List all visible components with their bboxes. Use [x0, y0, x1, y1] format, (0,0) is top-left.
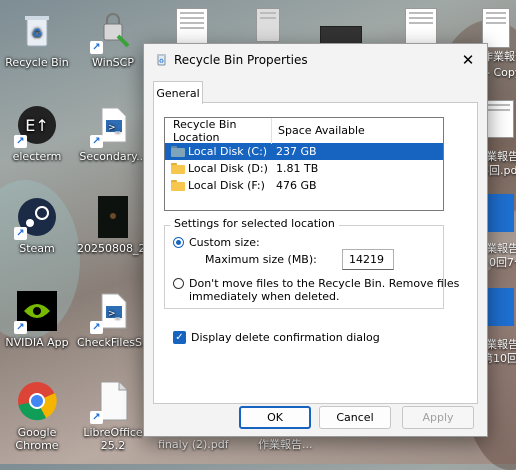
dont-move-label-line1[interactable]: Don't move files to the Recycle Bin. Rem…: [189, 277, 459, 290]
location-label: Local Disk (D:): [188, 162, 268, 175]
title-bar[interactable]: ♻ Recycle Bin Properties ✕: [144, 44, 487, 76]
desktop-file-label[interactable]: 業報告書: [486, 242, 516, 255]
shortcut-arrow-icon: ↗: [14, 227, 27, 240]
shortcut-arrow-icon: ↗: [90, 411, 103, 424]
custom-size-label[interactable]: Custom size:: [189, 236, 260, 249]
space-value: 237 GB: [276, 145, 317, 158]
list-row-f[interactable]: Local Disk (F:) 476 GB: [165, 177, 443, 194]
desktop-file-label[interactable]: 作業報告...: [258, 438, 313, 451]
desktop-icon-label: Recycle Bin: [5, 56, 69, 69]
general-panel: Recycle Bin Location Space Available Loc…: [153, 102, 478, 404]
desktop-icon-chrome[interactable]: Google Chrome: [1, 380, 73, 452]
file-thumbnail[interactable]: [482, 8, 510, 48]
space-value: 476 GB: [276, 179, 317, 192]
desktop-icon-label: Google Chrome: [15, 426, 59, 452]
svg-text:>_: >_: [108, 309, 121, 319]
apply-button[interactable]: Apply: [402, 406, 474, 429]
electerm-icon: E↑ ↗: [14, 104, 58, 148]
desktop-icon-electerm[interactable]: E↑ ↗ electerm: [1, 104, 73, 163]
ok-button[interactable]: OK: [239, 406, 311, 429]
dialog-title: Recycle Bin Properties: [174, 53, 308, 67]
desktop-icon-steam[interactable]: ↗ Steam: [1, 196, 73, 255]
location-label: Local Disk (F:): [188, 179, 265, 192]
svg-text:E↑: E↑: [25, 116, 49, 135]
desktop-icon-image[interactable]: 20250808_2...: [77, 196, 156, 255]
file-thumbnail[interactable]: [405, 8, 437, 48]
confirm-checkbox[interactable]: ✓: [173, 331, 186, 344]
file-thumbnail[interactable]: [484, 194, 514, 232]
folder-icon: [171, 163, 185, 174]
shortcut-arrow-icon: ↗: [90, 135, 103, 148]
desktop-icon-label: NVIDIA App: [5, 336, 69, 349]
max-size-label: Maximum size (MB):: [205, 253, 317, 266]
confirm-label[interactable]: Display delete confirmation dialog: [191, 331, 380, 344]
desktop-icon-checkfiles[interactable]: >_ ↗ CheckFilesS...: [77, 290, 153, 349]
desktop-file-label[interactable]: 業報告書: [486, 338, 516, 351]
desktop-icon-libreoffice[interactable]: ↗ LibreOffice 25.2: [77, 380, 149, 452]
chrome-icon: [16, 380, 58, 422]
desktop-file-label[interactable]: - Copy: [486, 66, 516, 79]
desktop-file-label[interactable]: 業報告書: [486, 150, 516, 163]
svg-text:>_: >_: [108, 123, 121, 133]
desktop-icon-label: WinSCP: [92, 56, 134, 69]
desktop-icon-label: electerm: [12, 150, 62, 163]
dont-move-label-line2[interactable]: immediately when deleted.: [189, 290, 340, 303]
file-thumbnail[interactable]: [176, 8, 208, 48]
powershell-script-icon: >_ ↗: [90, 290, 134, 334]
close-icon[interactable]: ✕: [457, 49, 479, 71]
recycle-bin-properties-dialog: ♻ Recycle Bin Properties ✕ General Recyc…: [143, 43, 488, 437]
max-size-input[interactable]: 14219: [342, 249, 394, 270]
cancel-button[interactable]: Cancel: [319, 406, 391, 429]
file-thumbnail[interactable]: [484, 100, 514, 138]
image-file-icon: [92, 196, 134, 238]
svg-text:♻: ♻: [32, 26, 43, 40]
shortcut-arrow-icon: ↗: [90, 41, 103, 54]
custom-size-radio[interactable]: [173, 237, 184, 248]
location-list[interactable]: Recycle Bin Location Space Available Loc…: [164, 117, 444, 211]
shortcut-arrow-icon: ↗: [14, 321, 27, 334]
list-header: Recycle Bin Location Space Available: [165, 117, 443, 144]
steam-icon: ↗: [14, 196, 58, 240]
file-thumbnail[interactable]: [484, 288, 514, 326]
desktop-icon-secondary[interactable]: >_ ↗ Secondary...: [77, 104, 149, 163]
desktop-icon-label: LibreOffice 25.2: [83, 426, 143, 452]
desktop-icon-label: 20250808_2...: [77, 242, 156, 255]
desktop-file-label[interactable]: finaly (2).pdf: [158, 438, 229, 451]
tab-general[interactable]: General: [153, 81, 203, 104]
settings-group-legend: Settings for selected location: [170, 217, 339, 230]
desktop-icon-recycle-bin[interactable]: ♻ Recycle Bin: [1, 10, 73, 69]
desktop-icon-label: CheckFilesS...: [77, 336, 153, 349]
dont-move-radio[interactable]: [173, 278, 184, 289]
desktop-icon-nvidia[interactable]: ↗ NVIDIA App: [1, 290, 73, 349]
desktop-icon-label: Secondary...: [79, 150, 147, 163]
nvidia-icon: ↗: [14, 290, 58, 334]
drive-icon: [171, 146, 185, 157]
space-value: 1.81 TB: [276, 162, 319, 175]
shortcut-arrow-icon: ↗: [90, 321, 103, 334]
desktop-icon-label: Steam: [19, 242, 55, 255]
folder-icon: [171, 180, 185, 191]
recycle-bin-icon: ♻: [16, 10, 58, 52]
file-thumbnail[interactable]: [256, 8, 280, 42]
desktop-icon-winscp[interactable]: ↗ WinSCP: [77, 10, 149, 69]
column-header-location[interactable]: Recycle Bin Location: [165, 117, 272, 144]
libreoffice-icon: ↗: [90, 380, 134, 424]
shortcut-arrow-icon: ↗: [14, 135, 27, 148]
list-row-c[interactable]: Local Disk (C:) 237 GB: [165, 143, 443, 160]
powershell-script-icon: >_ ↗: [90, 104, 134, 148]
column-header-space[interactable]: Space Available: [272, 124, 365, 137]
location-label: Local Disk (C:): [188, 145, 268, 158]
list-row-d[interactable]: Local Disk (D:) 1.81 TB: [165, 160, 443, 177]
svg-text:♻: ♻: [159, 58, 164, 65]
winscp-icon: ↗: [90, 10, 134, 54]
recycle-bin-icon: ♻: [155, 53, 168, 66]
